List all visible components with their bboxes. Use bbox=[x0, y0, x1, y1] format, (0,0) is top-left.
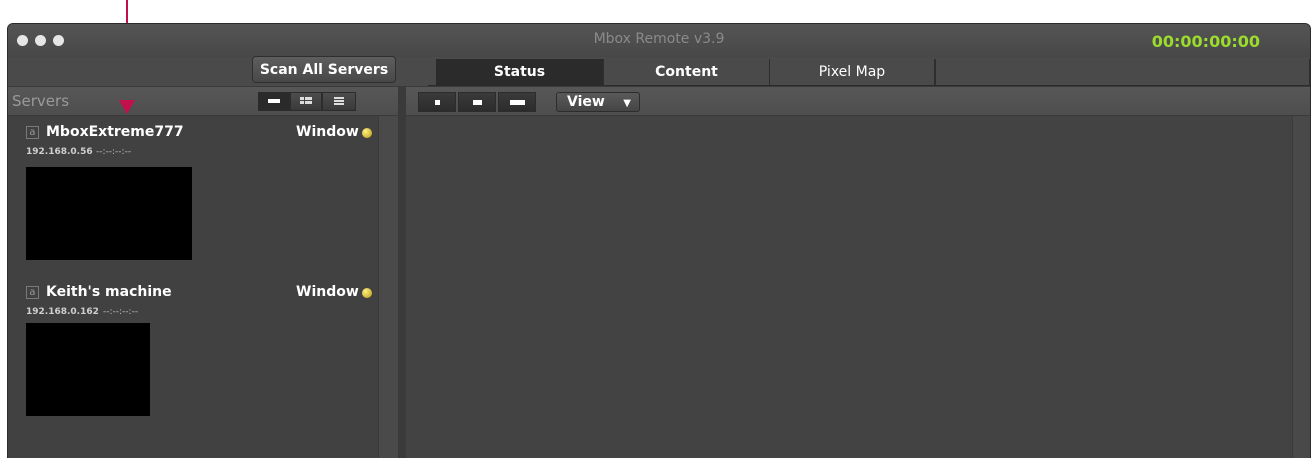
timecode-display: 00:00:00:00 bbox=[1151, 32, 1260, 51]
server-item[interactable]: a MboxExtreme777 Window 192.168.0.56 --:… bbox=[8, 116, 378, 266]
size-medium-button[interactable] bbox=[458, 92, 496, 112]
server-preview bbox=[26, 167, 192, 260]
tab-pixel-map[interactable]: Pixel Map bbox=[770, 59, 935, 85]
tab-bar: Status Content Pixel Map bbox=[428, 59, 1310, 86]
server-list-scrollbar[interactable] bbox=[378, 116, 398, 458]
view-list-icon[interactable] bbox=[322, 92, 356, 111]
server-checkbox[interactable]: a bbox=[26, 126, 39, 139]
server-ip: 192.168.0.162 bbox=[26, 307, 99, 317]
scan-all-servers-button[interactable]: Scan All Servers bbox=[252, 56, 396, 83]
view-grid-icon[interactable] bbox=[290, 92, 322, 111]
content-scrollbar[interactable] bbox=[1292, 116, 1310, 458]
servers-header: Servers bbox=[8, 86, 398, 116]
server-item[interactable]: a Keith's machine Window 192.168.0.162 -… bbox=[8, 276, 378, 426]
server-name: Keith's machine bbox=[46, 284, 172, 300]
server-preview bbox=[26, 323, 150, 416]
status-indicator-icon bbox=[362, 128, 372, 138]
server-timecode: --:--:--:-- bbox=[96, 147, 132, 157]
status-toolbar: View ▼ bbox=[406, 86, 1310, 116]
tab-content[interactable]: Content bbox=[604, 59, 770, 85]
chevron-down-icon: ▼ bbox=[623, 98, 631, 109]
server-checkbox[interactable]: a bbox=[26, 286, 39, 299]
size-large-button[interactable] bbox=[498, 92, 536, 112]
server-mode: Window bbox=[296, 284, 359, 300]
annotation-arrow-head bbox=[119, 100, 135, 114]
size-small-button[interactable] bbox=[418, 92, 456, 112]
view-menu-label: View bbox=[567, 94, 605, 110]
server-mode: Window bbox=[296, 124, 359, 140]
panel-divider[interactable] bbox=[398, 86, 406, 458]
server-name: MboxExtreme777 bbox=[46, 124, 184, 140]
server-timecode: --:--:--:-- bbox=[103, 307, 139, 317]
status-content-area bbox=[406, 116, 1292, 458]
status-indicator-icon bbox=[362, 288, 372, 298]
tab-status[interactable]: Status bbox=[436, 59, 604, 85]
window-title: Mbox Remote v3.9 bbox=[593, 31, 725, 47]
server-ip: 192.168.0.56 bbox=[26, 147, 93, 157]
view-menu-button[interactable]: View ▼ bbox=[556, 92, 640, 112]
view-large-icon[interactable] bbox=[258, 92, 290, 111]
title-bar: Mbox Remote v3.9 00:00:00:00 bbox=[8, 24, 1310, 57]
servers-heading: Servers bbox=[12, 92, 70, 110]
tab-bar-empty bbox=[935, 59, 1310, 85]
server-list: a MboxExtreme777 Window 192.168.0.56 --:… bbox=[8, 116, 378, 458]
app-window: Mbox Remote v3.9 00:00:00:00 Scan All Se… bbox=[8, 24, 1310, 458]
